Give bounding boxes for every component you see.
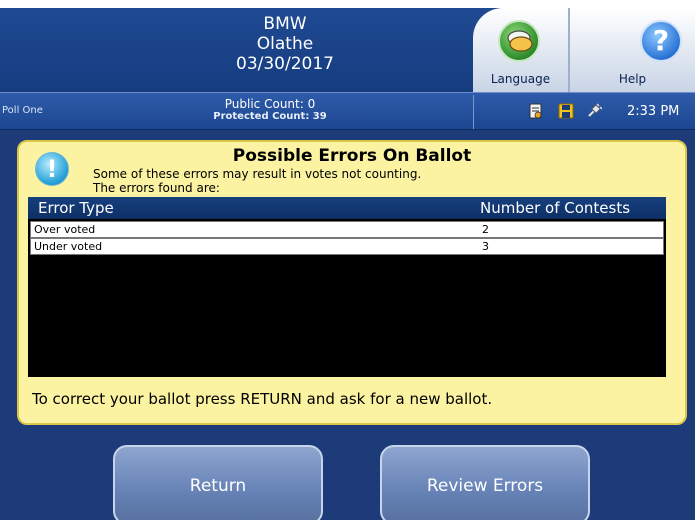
election-info: BMW Olathe 03/30/2017: [200, 14, 370, 74]
public-count: Public Count: 0: [224, 97, 316, 111]
protected-count: Protected Count: 39: [213, 111, 327, 122]
contest-count-cell: 2: [482, 223, 489, 236]
help-label: Help: [618, 72, 647, 86]
election-name: BMW: [263, 14, 307, 34]
return-button[interactable]: Return: [113, 445, 323, 520]
table-row: Over voted 2: [30, 221, 664, 238]
language-button[interactable]: Language: [473, 8, 568, 92]
error-table: Error Type Number of Contests Over voted…: [28, 197, 666, 377]
error-type-cell: Over voted: [34, 223, 96, 236]
power-plug-icon: [588, 103, 602, 117]
header-tabs: Language ? Help: [473, 8, 695, 92]
ballot-counts: Public Count: 0 Protected Count: 39: [190, 97, 350, 123]
location-name: Olathe: [256, 34, 314, 54]
election-date: 03/30/2017: [236, 54, 334, 74]
correction-instructions: To correct your ballot press RETURN and …: [32, 390, 493, 408]
column-header-error-type: Error Type: [38, 199, 114, 217]
status-divider: [473, 95, 474, 129]
panel-title: Possible Errors On Ballot: [232, 146, 472, 166]
clock: 2:33 PM: [627, 104, 680, 119]
status-bar: Poll One Public Count: 0 Protected Count…: [0, 92, 695, 130]
language-icon: [498, 20, 540, 62]
language-label: Language: [490, 72, 551, 86]
error-panel: ! Possible Errors On Ballot Some of thes…: [17, 140, 687, 425]
review-errors-button[interactable]: Review Errors: [380, 445, 590, 520]
panel-subtitle: Some of these errors may result in votes…: [93, 167, 422, 181]
table-header: Error Type Number of Contests: [28, 197, 666, 219]
error-type-cell: Under voted: [34, 240, 103, 253]
poll-name: Poll One: [2, 105, 43, 116]
header: BMW Olathe 03/30/2017 Language ? Help: [0, 8, 695, 92]
document-icon: [529, 103, 542, 119]
save-icon: [558, 103, 574, 119]
voting-screen: BMW Olathe 03/30/2017 Language ? Help Po…: [0, 8, 695, 520]
table-row: Under voted 3: [30, 238, 664, 255]
help-icon: ?: [640, 20, 682, 62]
contest-count-cell: 3: [482, 240, 489, 253]
column-header-number-of-contests: Number of Contests: [480, 199, 631, 217]
panel-subtitle-errors-found: The errors found are:: [93, 181, 220, 195]
help-button[interactable]: ? Help: [570, 8, 695, 92]
